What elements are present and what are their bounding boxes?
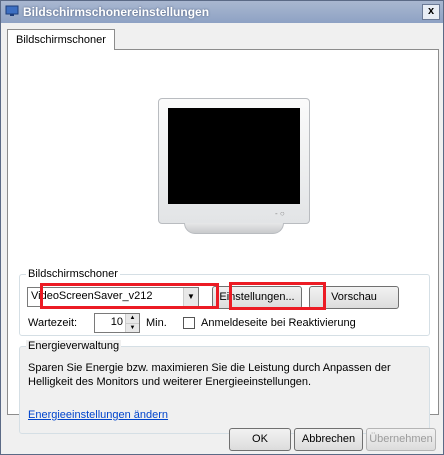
minutes-label: Min. bbox=[146, 317, 167, 329]
highlight-select bbox=[40, 283, 219, 309]
spin-up-icon[interactable]: ▲ bbox=[125, 314, 139, 323]
cancel-button[interactable]: Abbrechen bbox=[294, 428, 363, 451]
monitor-preview: - ○ bbox=[158, 98, 310, 224]
wait-time-stepper[interactable]: 10 ▲ ▼ bbox=[94, 313, 140, 333]
wait-time-value: 10 bbox=[110, 316, 123, 328]
close-button[interactable]: x bbox=[422, 4, 440, 20]
spin-down-icon[interactable]: ▼ bbox=[125, 323, 139, 332]
window-title: Bildschirmschonereinstellungen bbox=[23, 5, 210, 19]
window-icon bbox=[5, 5, 19, 16]
power-led-icon: - ○ bbox=[275, 209, 285, 218]
ok-button[interactable]: OK bbox=[229, 428, 291, 451]
title-bar[interactable]: Bildschirmschonereinstellungen x bbox=[1, 1, 443, 23]
tab-panel: - ○ Bildschirmschoner VideoScreenSaver_v… bbox=[7, 49, 439, 434]
logon-checkbox[interactable] bbox=[183, 317, 195, 329]
screensaver-settings-window: Bildschirmschonereinstellungen x Bildsch… bbox=[0, 0, 444, 455]
highlight-settings-button bbox=[229, 282, 326, 310]
energy-group: Energieverwaltung Sparen Sie Energie bzw… bbox=[19, 340, 430, 434]
dialog-client-area: Bildschirmschoner - ○ Bildschirmschoner … bbox=[1, 23, 443, 454]
energy-group-label: Energieverwaltung bbox=[26, 340, 122, 352]
wait-time-label: Wartezeit: bbox=[28, 317, 78, 329]
energy-settings-link[interactable]: Energieeinstellungen ändern bbox=[28, 409, 168, 421]
logon-checkbox-label[interactable]: Anmeldeseite bei Reaktivierung bbox=[201, 317, 356, 329]
tab-screensaver[interactable]: Bildschirmschoner bbox=[7, 29, 115, 50]
screensaver-group-label: Bildschirmschoner bbox=[26, 268, 120, 280]
monitor-preview-screen bbox=[168, 108, 300, 204]
energy-description: Sparen Sie Energie bzw. maximieren Sie d… bbox=[28, 362, 391, 388]
monitor-stand bbox=[184, 223, 284, 234]
apply-button[interactable]: Übernehmen bbox=[366, 428, 436, 451]
